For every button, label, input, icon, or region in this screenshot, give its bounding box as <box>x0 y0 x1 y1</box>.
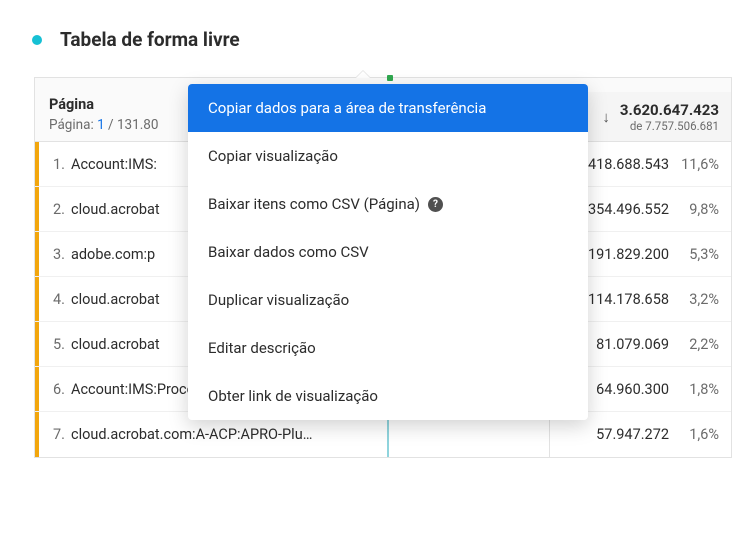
row-label: cloud.acrobat.com:A-ACP:APRO-Plu… <box>71 426 312 443</box>
row-percent: 1,8% <box>679 381 719 398</box>
menu-get-visualization-link[interactable]: Obter link de visualização <box>188 372 588 420</box>
metric-total: 3.620.647.423 <box>620 101 719 119</box>
menu-download-items-csv[interactable]: Baixar itens como CSV (Página) ? <box>188 180 588 228</box>
row-label: Account:IMS: <box>71 156 157 173</box>
help-icon[interactable]: ? <box>428 197 443 212</box>
current-page[interactable]: 1 <box>97 117 105 133</box>
row-label: cloud.acrobat <box>71 336 160 353</box>
row-value: 57.947.272 <box>596 426 669 443</box>
sort-desc-icon[interactable]: ↓ <box>602 108 610 126</box>
menu-edit-description[interactable]: Editar descrição <box>188 324 588 372</box>
row-label: cloud.acrobat <box>71 291 160 308</box>
row-percent: 11,6% <box>679 156 719 173</box>
row-label: cloud.acrobat <box>71 201 160 218</box>
row-value: 64.960.300 <box>596 381 669 398</box>
row-value: 354.496.552 <box>588 201 669 218</box>
row-percent: 5,3% <box>679 246 719 263</box>
row-value: 418.688.543 <box>588 156 669 173</box>
row-percent: 9,8% <box>679 201 719 218</box>
menu-duplicate-visualization[interactable]: Duplicar visualização <box>188 276 588 324</box>
panel-title: Tabela de forma livre <box>60 28 240 51</box>
insertion-marker-icon <box>387 75 393 81</box>
panel-header: Tabela de forma livre <box>32 28 732 51</box>
row-value: 114.178.658 <box>588 291 669 308</box>
row-value: 191.829.200 <box>588 246 669 263</box>
row-label: adobe.com:p <box>71 246 155 263</box>
row-value: 81.079.069 <box>596 336 669 353</box>
menu-copy-to-clipboard[interactable]: Copiar dados para a área de transferênci… <box>188 84 588 132</box>
context-menu: Copiar dados para a área de transferênci… <box>188 84 588 420</box>
row-percent: 1,6% <box>679 426 719 443</box>
menu-copy-visualization[interactable]: Copiar visualização <box>188 132 588 180</box>
panel-color-dot <box>32 35 42 45</box>
caret-up-icon <box>355 70 371 78</box>
row-percent: 2,2% <box>679 336 719 353</box>
menu-download-data-csv[interactable]: Baixar dados como CSV <box>188 228 588 276</box>
row-percent: 3,2% <box>679 291 719 308</box>
metric-subtotal: de 7.757.506.681 <box>620 119 719 133</box>
